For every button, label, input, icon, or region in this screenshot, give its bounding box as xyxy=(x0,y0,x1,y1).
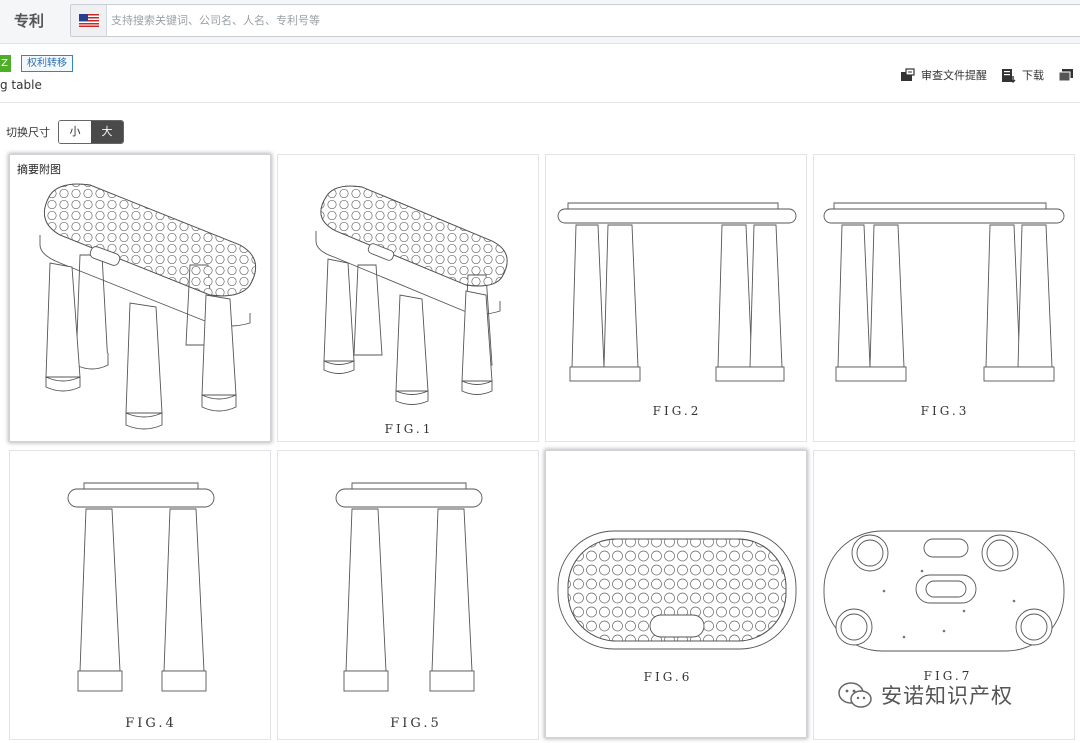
review-reminder-button[interactable]: 审查文件提醒 xyxy=(900,67,987,83)
download-label: 下载 xyxy=(1022,69,1044,82)
figure-tile-2[interactable]: FIG.2 xyxy=(545,154,807,442)
download-icon xyxy=(1002,68,1016,83)
fig-label: FIG.4 xyxy=(125,716,176,731)
size-toggle[interactable]: 小 大 xyxy=(58,120,124,144)
figure-tile-4[interactable]: FIG.4 xyxy=(9,450,271,740)
wechat-icon xyxy=(838,682,872,708)
folder-button[interactable] xyxy=(1058,68,1080,82)
review-doc-icon xyxy=(901,68,915,81)
search-box[interactable] xyxy=(70,4,1080,37)
figure-drawing: FIG.3 xyxy=(823,202,1065,418)
status-badge: Z xyxy=(0,55,11,72)
review-reminder-label: 审查文件提醒 xyxy=(921,69,987,82)
download-button[interactable]: 下载 xyxy=(1001,67,1044,83)
patent-title: g table xyxy=(0,78,42,92)
action-toolbar: 审查文件提醒 下载 xyxy=(886,66,1080,84)
figure-tile-6[interactable]: FIG.6 xyxy=(545,450,807,738)
size-small-option[interactable]: 小 xyxy=(59,121,91,143)
us-flag-icon xyxy=(79,14,99,27)
figure-drawing: FIG.2 xyxy=(557,202,797,418)
patent-info-bar: Z 权利转移 g table 审查文件提醒 下载 xyxy=(0,45,1080,103)
fig-label: FIG.3 xyxy=(921,404,970,418)
fig-label: FIG.1 xyxy=(385,422,434,436)
figure-tile-3[interactable]: FIG.3 xyxy=(813,154,1075,442)
fig-label: FIG.5 xyxy=(390,716,441,731)
fig-label: FIG.2 xyxy=(653,404,702,418)
figure-drawing: FIG.1 xyxy=(315,185,508,436)
figure-tile-1[interactable]: FIG.1 xyxy=(277,154,539,442)
country-selector[interactable] xyxy=(71,5,107,36)
figure-drawing: FIG.6 xyxy=(557,530,797,684)
size-large-option[interactable]: 大 xyxy=(91,121,123,143)
size-toggle-label: 切换尺寸 xyxy=(6,126,50,139)
search-input[interactable] xyxy=(111,5,1071,36)
figure-drawing xyxy=(39,183,257,430)
figure-tile-abstract[interactable]: 摘要附图 xyxy=(9,154,271,442)
figure-drawing: FIG.5 xyxy=(335,482,483,731)
watermark-text: 安诺知识产权 xyxy=(881,684,1013,708)
folder-icon xyxy=(1058,69,1073,82)
rights-transfer-tag[interactable]: 权利转移 xyxy=(21,55,73,72)
figure-caption: 摘要附图 xyxy=(17,163,61,176)
brand-label[interactable]: 专利 xyxy=(14,10,44,31)
top-bar: 专利 xyxy=(0,0,1080,44)
fig-label: FIG.6 xyxy=(644,670,693,684)
figure-tile-5[interactable]: FIG.5 xyxy=(277,450,539,740)
watermark: 安诺知识产权 xyxy=(837,680,1013,710)
figure-drawing: FIG.4 xyxy=(67,482,215,731)
